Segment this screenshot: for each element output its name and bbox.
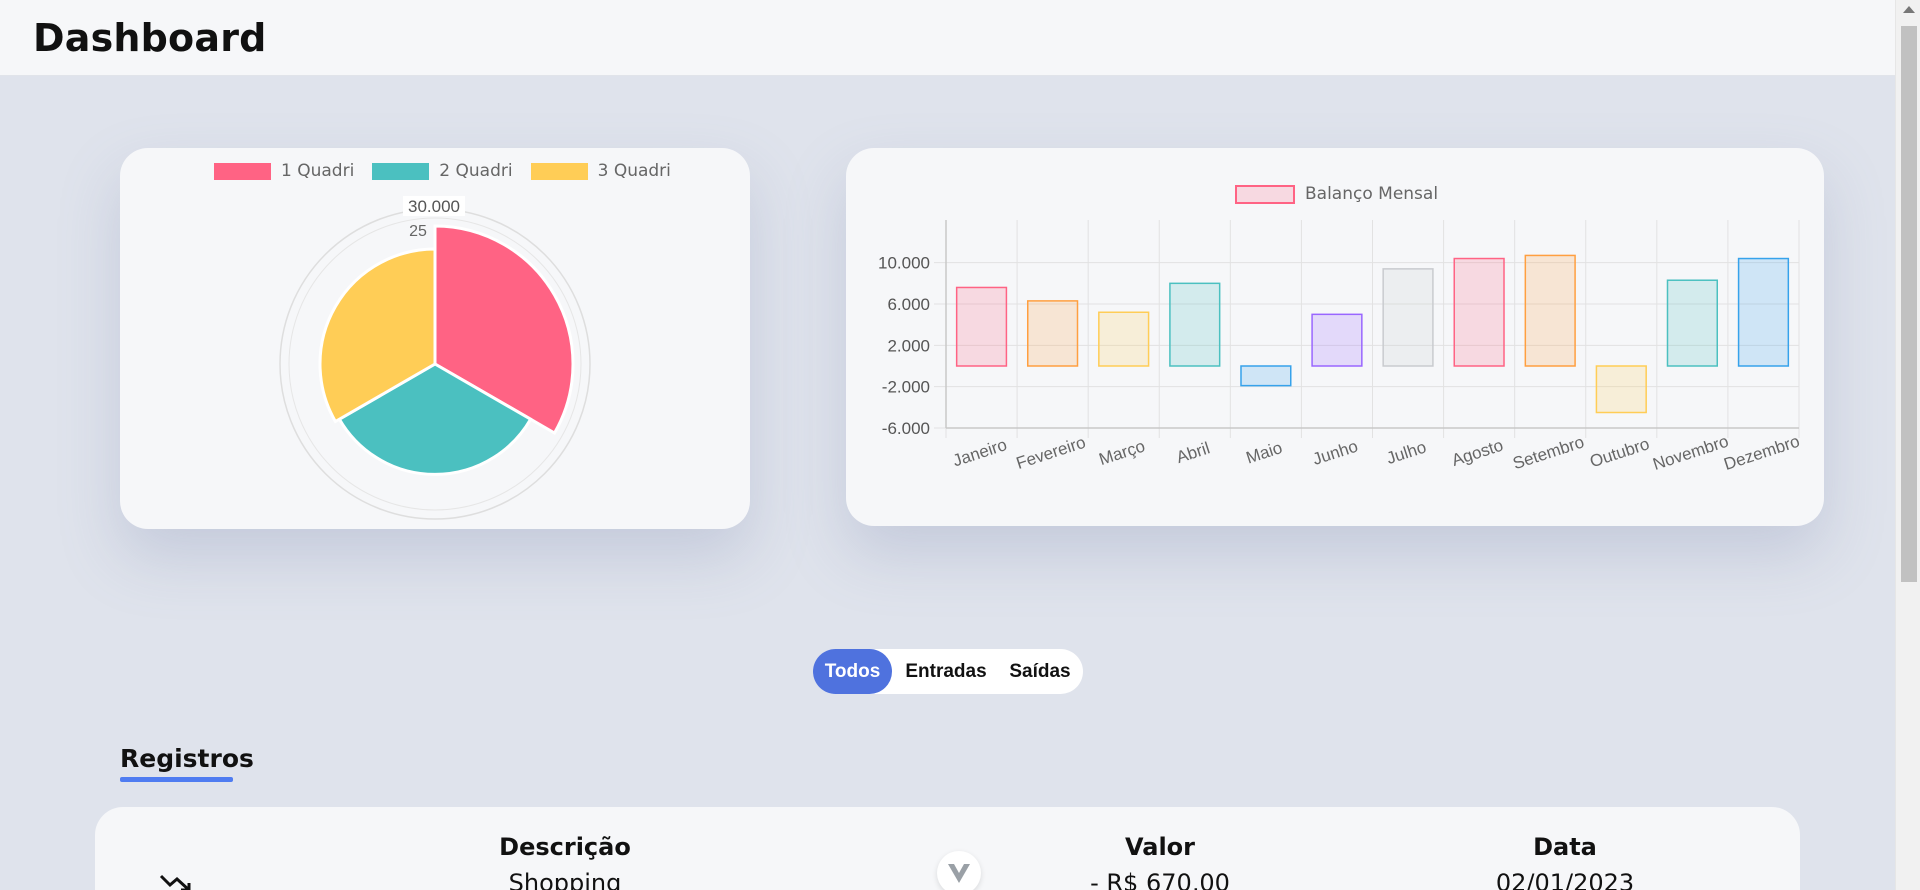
x-tick-label: Abril — [1174, 438, 1212, 467]
column-header-descricao: Descrição — [499, 833, 631, 861]
x-tick-label: Agosto — [1449, 436, 1505, 470]
bar-chart: 10.000 6.000 2.000 -2.000 -6.000 Janeiro Feve… — [878, 220, 1802, 474]
scroll-up-arrow-icon[interactable] — [1903, 6, 1915, 13]
y-tick-label: 6.000 — [887, 295, 930, 314]
y-tick-label: 2.000 — [887, 336, 930, 355]
bar-junho[interactable] — [1311, 313, 1363, 367]
page-title: Dashboard — [33, 16, 267, 60]
bar-outubro[interactable] — [1595, 365, 1647, 414]
bar-janeiro[interactable] — [955, 286, 1008, 367]
x-tick-label: Outubro — [1587, 434, 1651, 471]
section-title: Registros — [120, 744, 254, 773]
monthly-balance-chart-card: Balanço Mensal 10.000 6.000 2.000 -2.000 -6.… — [846, 148, 1824, 526]
scroll-thumb[interactable] — [1901, 26, 1917, 582]
radial-tick-label: 25 — [409, 223, 427, 240]
cell-descricao: Shopping — [508, 869, 622, 890]
polar-area-chart: 30.000 25 — [279, 196, 591, 520]
x-tick-label: Julho — [1384, 437, 1429, 468]
column-header-valor: Valor — [1124, 833, 1195, 861]
quadrimester-chart-card: 1 Quadri 2 Quadri 3 Quadri 30.000 25 — [120, 148, 750, 529]
cell-data: 02/01/2023 — [1495, 869, 1635, 890]
x-tick-label: Dezembro — [1722, 432, 1802, 474]
transaction-filter-group: Todos Entradas Saídas — [813, 649, 1083, 694]
x-tick-label: Novembro — [1650, 432, 1730, 474]
top-bar: Dashboard — [0, 0, 1895, 76]
x-tick-label: Maio — [1244, 438, 1285, 467]
y-tick-label: 10.000 — [878, 254, 930, 273]
bar-fevereiro[interactable] — [1026, 300, 1079, 367]
vue-logo-icon[interactable] — [937, 851, 981, 890]
section-title-underline — [120, 777, 233, 782]
trending-down-icon — [159, 874, 191, 890]
bar-julho[interactable] — [1382, 268, 1434, 367]
filter-todos-button[interactable]: Todos — [813, 649, 892, 694]
y-tick-label: -6.000 — [882, 419, 930, 438]
bar-abril[interactable] — [1169, 282, 1221, 367]
page-scrollbar[interactable] — [1895, 0, 1920, 890]
x-tick-label: Setembro — [1511, 432, 1587, 473]
x-tick-label: Fevereiro — [1014, 433, 1088, 473]
x-tick-label: Março — [1097, 436, 1148, 469]
bar-setembro[interactable] — [1524, 254, 1576, 367]
x-tick-label: Janeiro — [950, 435, 1009, 470]
bar-agosto[interactable] — [1453, 257, 1505, 367]
radial-tick-label: 30.000 — [408, 197, 460, 216]
x-tick-label: Junho — [1310, 437, 1360, 469]
bar-dezembro[interactable] — [1737, 257, 1790, 367]
bar-maio[interactable] — [1240, 365, 1292, 387]
records-table: Descrição Valor Data Shopping - R$ 670,0… — [95, 807, 1800, 890]
bar-março[interactable] — [1098, 311, 1150, 367]
bar-novembro[interactable] — [1666, 279, 1719, 367]
cell-valor: - R$ 670,00 — [1090, 869, 1230, 890]
y-tick-label: -2.000 — [882, 378, 930, 397]
column-header-data: Data — [1533, 833, 1597, 861]
filter-saidas-button[interactable]: Saídas — [1000, 649, 1080, 694]
filter-entradas-button[interactable]: Entradas — [892, 649, 1000, 694]
